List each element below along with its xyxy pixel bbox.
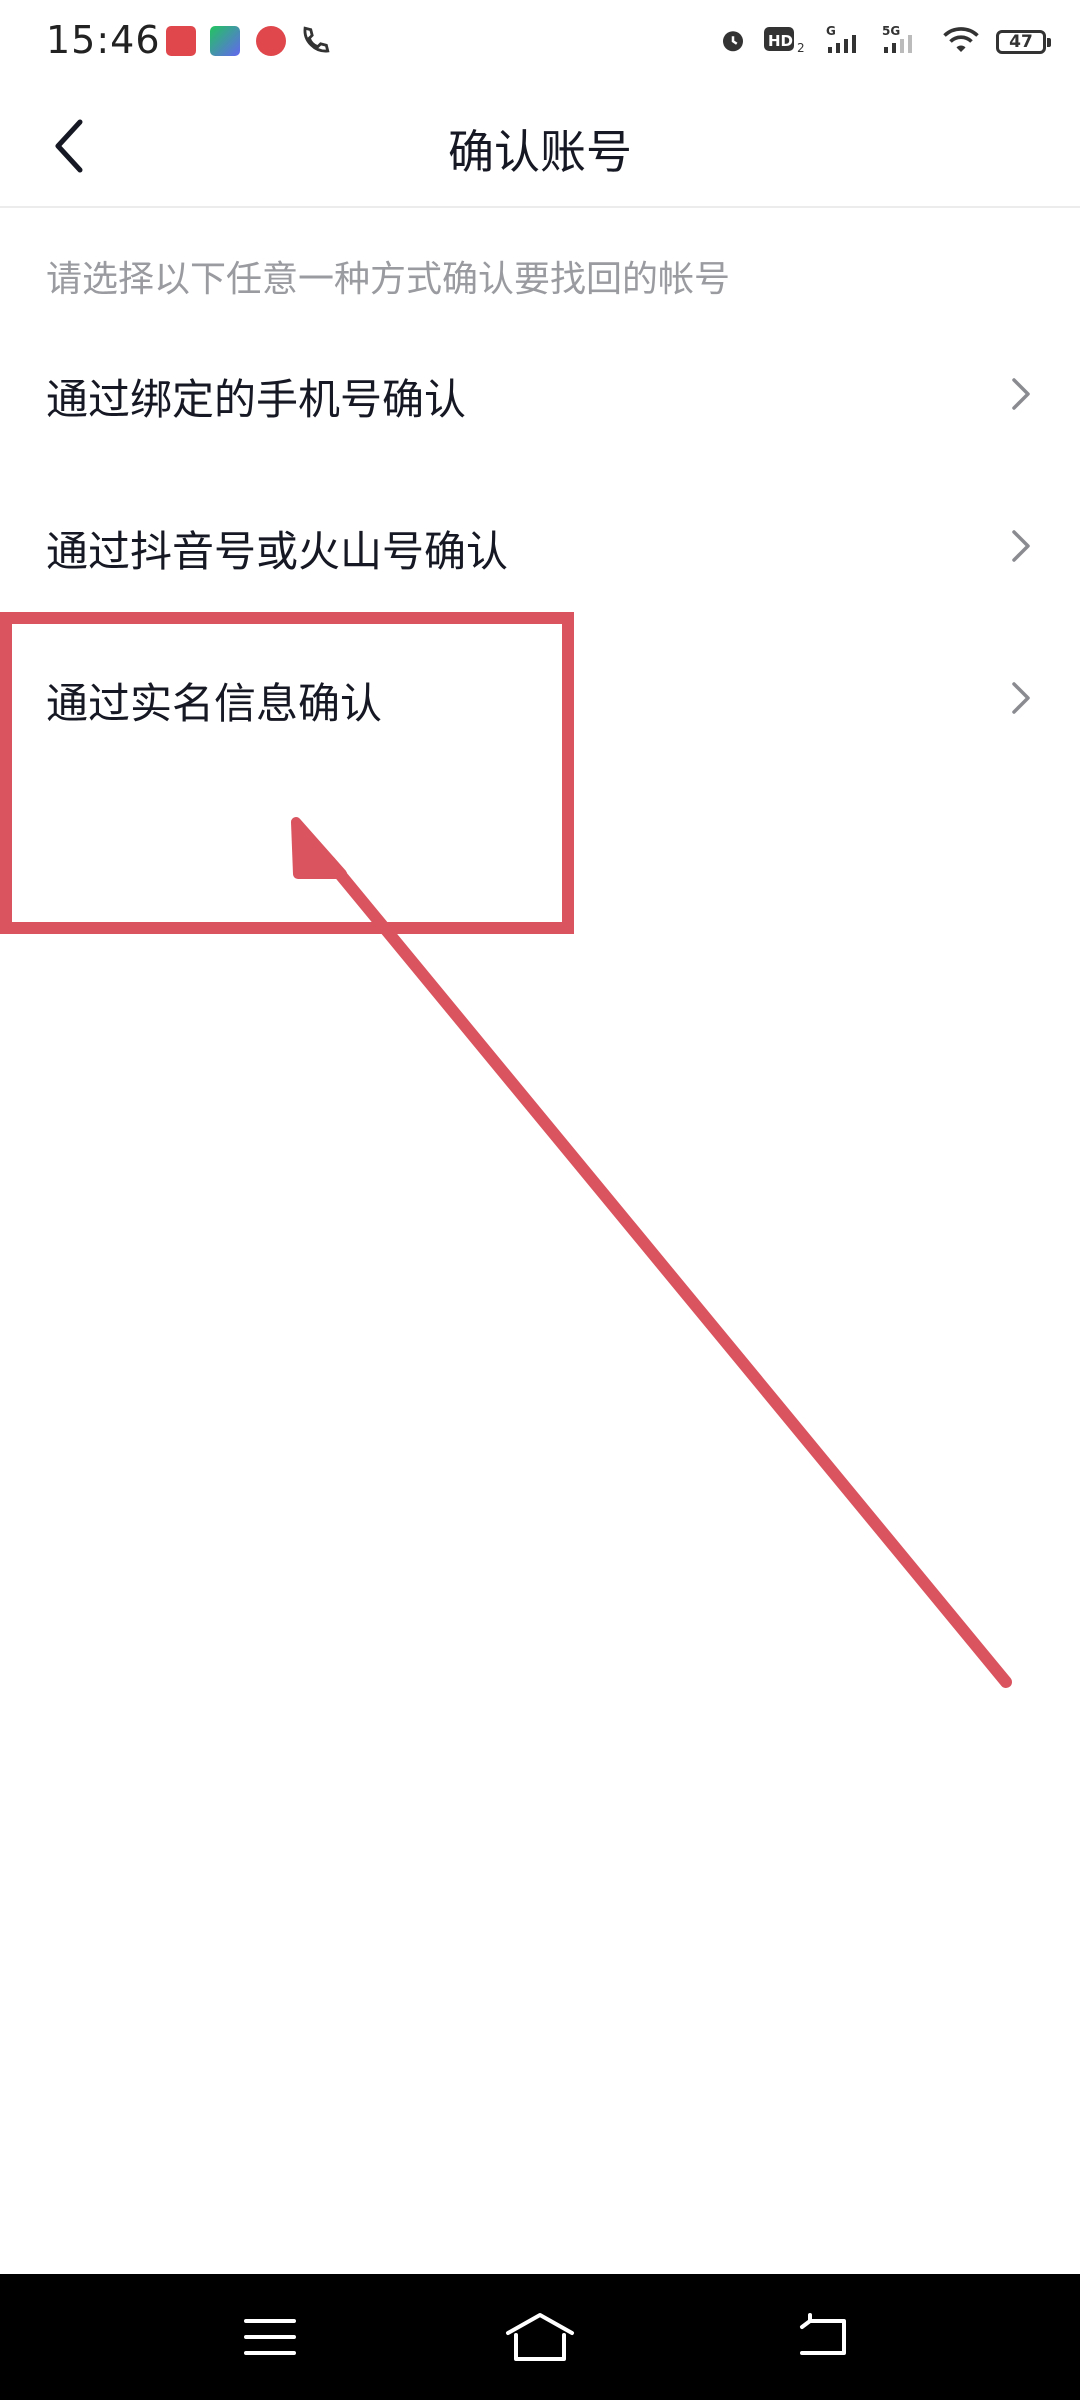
back-icon bbox=[800, 2313, 846, 2355]
home-button[interactable] bbox=[500, 2302, 580, 2372]
chevron-right-icon bbox=[1012, 378, 1030, 410]
huawei-app-icon bbox=[166, 26, 196, 56]
svg-text:G: G bbox=[826, 24, 836, 38]
option-label: 通过抖音号或火山号确认 bbox=[46, 527, 509, 576]
alarm-icon bbox=[718, 25, 748, 59]
nav-bar bbox=[0, 2274, 1080, 2400]
battery-icon: 47 bbox=[996, 30, 1051, 54]
chevron-right-icon bbox=[1012, 682, 1030, 714]
menu-icon bbox=[244, 2319, 296, 2355]
chevron-right-icon bbox=[1012, 530, 1030, 562]
status-bar: 15:46 HD 2 G 5G 47 bbox=[0, 0, 1080, 84]
annotation-arrow-shaft bbox=[324, 856, 1012, 1688]
svg-text:HD: HD bbox=[768, 32, 793, 50]
svg-text:2: 2 bbox=[797, 41, 805, 55]
signal-g-icon: G bbox=[824, 23, 864, 61]
header: 确认账号 bbox=[0, 84, 1080, 208]
option-realname-verify[interactable]: 通过实名信息确认 bbox=[0, 624, 1080, 774]
instruction-text: 请选择以下任意一种方式确认要找回的帐号 bbox=[46, 259, 731, 300]
option-douyin-id-verify[interactable]: 通过抖音号或火山号确认 bbox=[0, 472, 1080, 622]
back-nav-button[interactable] bbox=[784, 2302, 864, 2372]
video-app-icon bbox=[256, 26, 286, 56]
status-indicators: HD 2 G 5G 47 bbox=[718, 20, 1051, 64]
svg-text:5G: 5G bbox=[882, 24, 900, 38]
annotation-arrow-head bbox=[291, 817, 347, 879]
wifi-icon bbox=[942, 25, 980, 59]
home-icon bbox=[506, 2313, 574, 2361]
menu-button[interactable] bbox=[230, 2302, 310, 2372]
option-label: 通过绑定的手机号确认 bbox=[46, 375, 467, 424]
hd-icon: HD 2 bbox=[764, 25, 808, 59]
signal-5g-icon: 5G bbox=[880, 23, 926, 61]
iqiyi-app-icon bbox=[210, 26, 240, 56]
status-time: 15:46 bbox=[46, 18, 161, 62]
page-title: 确认账号 bbox=[448, 125, 632, 179]
option-label: 通过实名信息确认 bbox=[46, 679, 383, 728]
option-phone-verify[interactable]: 通过绑定的手机号确认 bbox=[0, 320, 1080, 470]
phone-call-icon bbox=[298, 24, 332, 62]
